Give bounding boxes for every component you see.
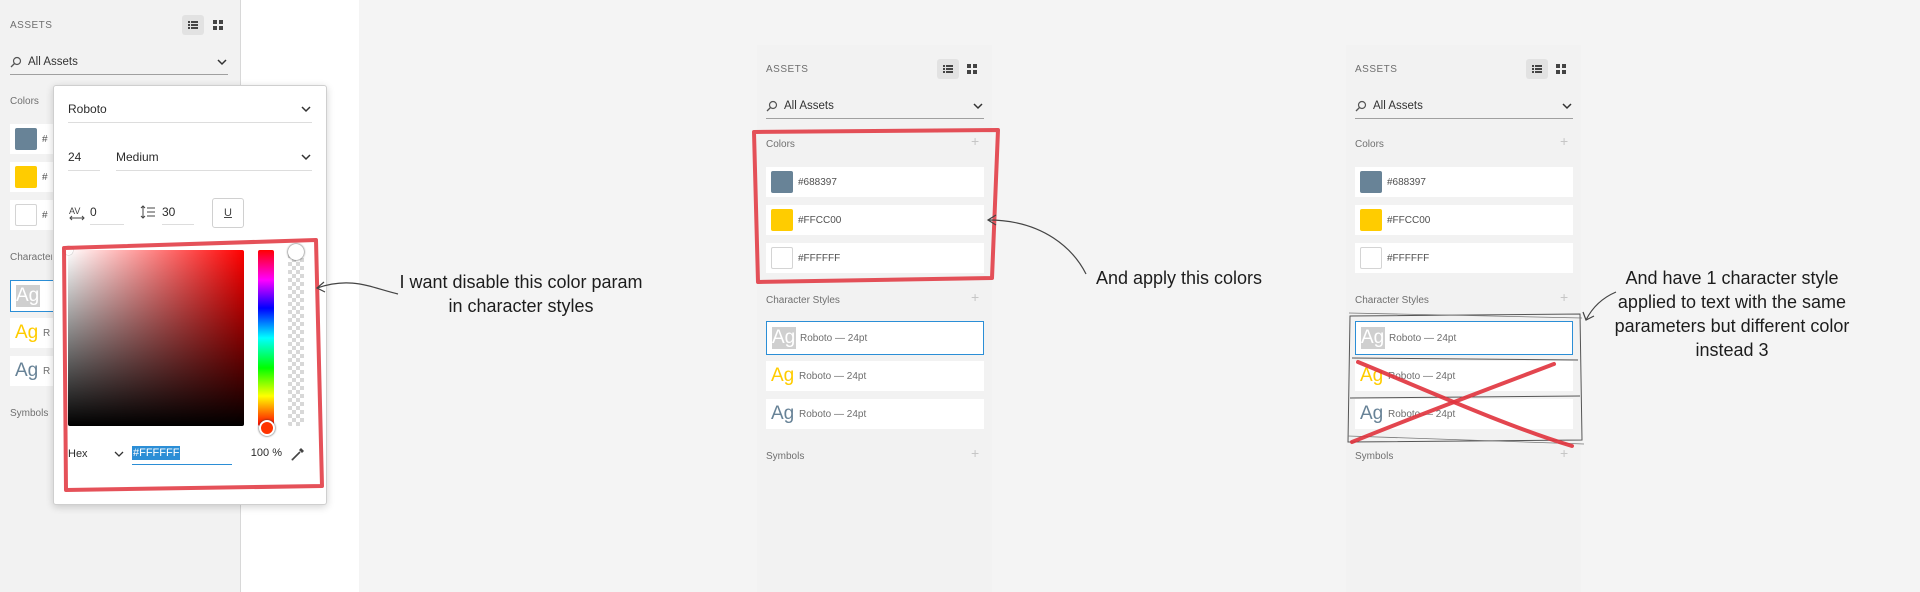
- color-row[interactable]: #688397: [1355, 167, 1573, 197]
- search-text: All Assets: [784, 100, 834, 112]
- line-height-input[interactable]: 30: [162, 200, 194, 225]
- color-swatch: [1360, 171, 1382, 193]
- color-row[interactable]: #: [10, 200, 55, 230]
- style-text-partial: R: [43, 365, 51, 377]
- annotation-disable-color: I want disable this color param in chara…: [399, 272, 643, 316]
- add-symbol-button[interactable]: +: [971, 445, 979, 461]
- annotation-one-style: And have 1 character style applied to te…: [1614, 268, 1850, 360]
- search-dropdown[interactable]: All Assets: [1355, 94, 1573, 119]
- underline-button[interactable]: U: [212, 198, 244, 228]
- font-family-select[interactable]: Roboto: [68, 96, 312, 123]
- font-size-value: 24: [68, 150, 82, 164]
- color-hex: #FFFFFF: [1387, 252, 1430, 264]
- style-text: Roboto — 24pt: [799, 370, 867, 382]
- character-styles-heading: Character Styles: [1355, 295, 1429, 306]
- list-view-icon: [188, 21, 198, 29]
- color-row[interactable]: #FFFFFF: [1355, 243, 1573, 273]
- annotation-arrow: [986, 214, 1087, 275]
- character-styles-heading: Character Styles: [10, 252, 52, 263]
- grid-view-icon: [1556, 64, 1566, 74]
- list-view-button[interactable]: [937, 59, 959, 79]
- color-row[interactable]: #: [10, 162, 55, 192]
- grid-view-icon: [967, 64, 977, 74]
- add-character-style-button[interactable]: +: [1560, 289, 1568, 305]
- font-family-value: Roboto: [68, 102, 107, 116]
- character-style-row[interactable]: Ag Roboto — 24pt: [766, 321, 984, 355]
- search-icon: [766, 100, 778, 112]
- colors-heading: Colors: [1355, 139, 1384, 150]
- style-glyph: Ag: [772, 327, 796, 349]
- line-height-value: 30: [162, 205, 176, 219]
- color-hex: #FFCC00: [1387, 214, 1431, 226]
- letter-spacing-value: 0: [90, 205, 97, 219]
- style-glyph: Ag: [15, 322, 39, 343]
- chevron-down-icon: [301, 106, 311, 113]
- character-style-row[interactable]: Ag: [10, 280, 55, 312]
- list-view-icon: [943, 65, 953, 73]
- assets-heading: ASSETS: [1355, 64, 1398, 75]
- letter-spacing-icon: AV: [69, 206, 85, 221]
- style-text-partial: R: [43, 327, 51, 339]
- list-view-button[interactable]: [1526, 59, 1548, 79]
- color-swatch: [1360, 209, 1382, 231]
- chevron-down-icon: [301, 154, 311, 161]
- assets-heading: ASSETS: [10, 20, 53, 31]
- color-swatch: [1360, 247, 1382, 269]
- symbols-heading: Symbols: [10, 408, 49, 419]
- assets-heading: ASSETS: [766, 64, 809, 75]
- color-row[interactable]: #: [10, 124, 55, 154]
- style-glyph: Ag: [771, 365, 795, 386]
- chevron-down-icon: [973, 103, 983, 110]
- add-character-style-button[interactable]: +: [971, 289, 979, 305]
- red-highlight-colors: [752, 128, 1000, 284]
- search-dropdown[interactable]: All Assets: [766, 94, 984, 119]
- color-hex-partial: #: [42, 133, 48, 145]
- character-style-row[interactable]: Ag Roboto — 24pt: [766, 361, 984, 391]
- font-weight-select[interactable]: Medium: [116, 144, 312, 171]
- search-text: All Assets: [1373, 100, 1423, 112]
- color-swatch: [15, 204, 37, 226]
- red-cross-mark: [1350, 360, 1574, 448]
- font-size-input[interactable]: 24: [68, 144, 100, 171]
- font-weight-value: Medium: [116, 150, 159, 164]
- line-height-icon: [140, 205, 155, 219]
- annotation-arrow: [315, 281, 399, 295]
- color-row[interactable]: #FFCC00: [1355, 205, 1573, 235]
- symbols-heading: Symbols: [1355, 451, 1394, 462]
- search-text: All Assets: [28, 56, 78, 68]
- style-glyph: Ag: [16, 285, 40, 307]
- grid-view-button[interactable]: [1551, 59, 1571, 79]
- symbols-heading: Symbols: [766, 451, 805, 462]
- add-color-button[interactable]: +: [1560, 133, 1568, 149]
- style-text: Roboto — 24pt: [800, 332, 868, 344]
- grid-view-icon: [213, 20, 223, 30]
- style-glyph: Ag: [771, 403, 795, 424]
- character-style-row[interactable]: Ag R: [10, 356, 55, 386]
- color-hex-partial: #: [42, 209, 48, 221]
- grid-view-button[interactable]: [208, 15, 228, 35]
- red-highlight-picker: [62, 238, 324, 492]
- search-dropdown[interactable]: All Assets: [10, 50, 228, 75]
- annotation-apply-colors: And apply this colors: [1095, 268, 1263, 288]
- color-swatch: [15, 166, 37, 188]
- underline-icon: U: [224, 207, 232, 219]
- svg-text:AV: AV: [69, 206, 80, 216]
- character-style-row[interactable]: Ag Roboto — 24pt: [766, 399, 984, 429]
- style-text: Roboto — 24pt: [799, 408, 867, 420]
- chevron-down-icon: [217, 59, 227, 66]
- color-hex: #688397: [1387, 176, 1426, 188]
- list-view-button[interactable]: [182, 15, 204, 35]
- color-hex-partial: #: [42, 171, 48, 183]
- character-styles-heading: Character Styles: [766, 295, 840, 306]
- search-icon: [10, 56, 22, 68]
- letter-spacing-input[interactable]: 0: [90, 200, 124, 225]
- list-view-icon: [1532, 65, 1542, 73]
- search-icon: [1355, 100, 1367, 112]
- style-glyph: Ag: [15, 360, 39, 381]
- chevron-down-icon: [1562, 103, 1572, 110]
- grid-view-button[interactable]: [962, 59, 982, 79]
- character-style-row[interactable]: Ag R: [10, 318, 55, 348]
- colors-heading: Colors: [10, 96, 39, 107]
- color-swatch: [15, 128, 37, 150]
